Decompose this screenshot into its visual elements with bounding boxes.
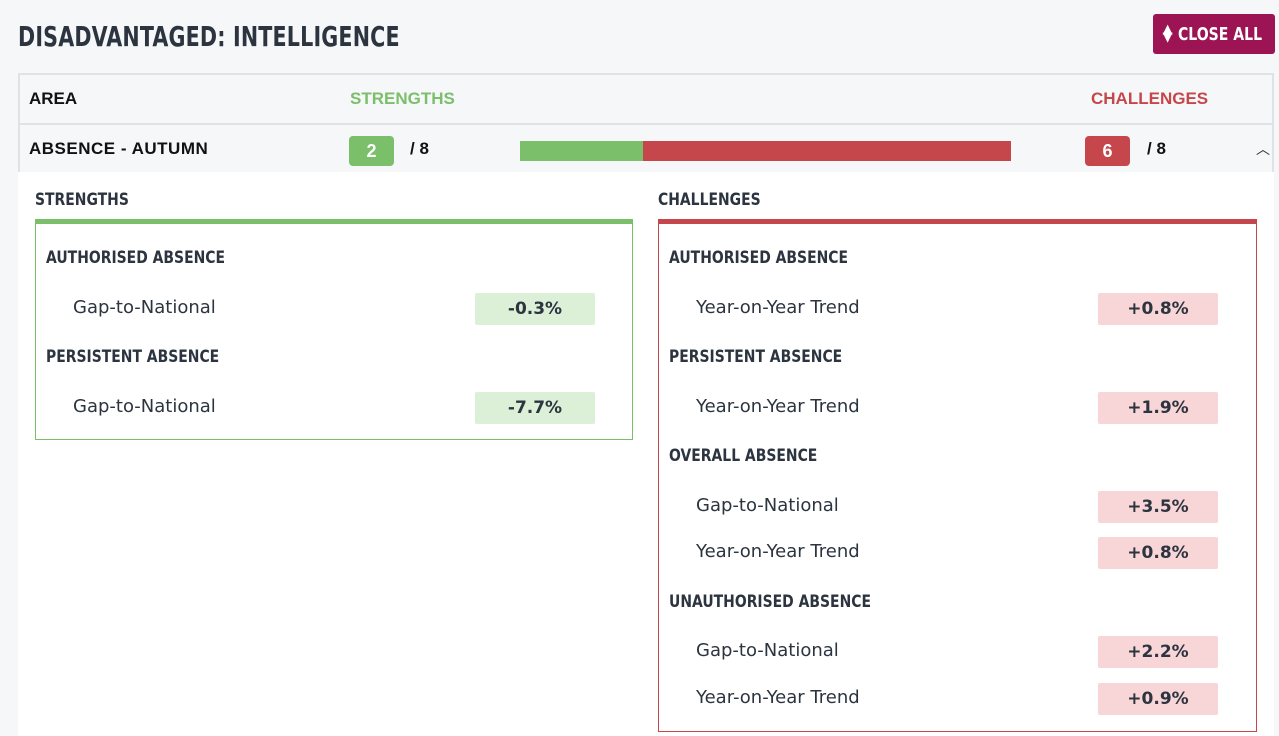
challenge-metric-value: +2.2% bbox=[1098, 636, 1218, 668]
challenge-metric-label: Year-on-Year Trend bbox=[696, 541, 860, 562]
header-challenges: CHALLENGES bbox=[1091, 89, 1209, 108]
strengths-panel: AUTHORISED ABSENCE Gap-to-National -0.3%… bbox=[35, 219, 633, 440]
sort-arrows-icon: ▲ ▼ bbox=[1162, 22, 1173, 45]
challenges-count-badge: 6 bbox=[1085, 136, 1130, 166]
challenge-metric-value: +3.5% bbox=[1098, 491, 1218, 523]
challenge-metric-label: Year-on-Year Trend bbox=[696, 297, 860, 318]
challenge-metric-label: Gap-to-National bbox=[696, 640, 839, 661]
challenge-group-title: PERSISTENT ABSENCE bbox=[669, 347, 843, 367]
area-row-absence-autumn[interactable]: ABSENCE - AUTUMN 2 / 8 6 / 8 ︿ bbox=[20, 125, 1272, 173]
strength-metric-label: Gap-to-National bbox=[73, 297, 216, 318]
challenges-bar-segment bbox=[642, 141, 1011, 161]
strength-metric-value: -0.3% bbox=[475, 293, 595, 325]
strength-group-title: AUTHORISED ABSENCE bbox=[46, 248, 226, 268]
close-all-label: CLOSE ALL bbox=[1177, 23, 1262, 45]
page-title: DISADVANTAGED: INTELLIGENCE bbox=[18, 20, 400, 53]
challenge-metric-value: +1.9% bbox=[1098, 392, 1218, 424]
area-name: ABSENCE - AUTUMN bbox=[29, 138, 209, 158]
areas-table: AREA STRENGTHS CHALLENGES ABSENCE - AUTU… bbox=[18, 73, 1274, 175]
header-strengths: STRENGTHS bbox=[350, 89, 455, 108]
strengths-total: / 8 bbox=[410, 138, 429, 158]
strengths-challenges-bar bbox=[520, 141, 1011, 161]
strengths-panel-title: STRENGTHS bbox=[35, 190, 129, 210]
strengths-count-badge: 2 bbox=[349, 136, 394, 166]
challenge-group-title: OVERALL ABSENCE bbox=[669, 446, 818, 466]
challenge-group-title: UNAUTHORISED ABSENCE bbox=[669, 592, 872, 612]
challenge-metric-value: +0.9% bbox=[1098, 683, 1218, 715]
challenges-panel-title: CHALLENGES bbox=[658, 190, 761, 210]
close-all-button[interactable]: ▲ ▼ CLOSE ALL bbox=[1153, 14, 1275, 54]
strength-metric-label: Gap-to-National bbox=[73, 396, 216, 417]
area-detail: STRENGTHS AUTHORISED ABSENCE Gap-to-Nati… bbox=[18, 172, 1274, 736]
strength-metric-value: -7.7% bbox=[475, 392, 595, 424]
chevron-up-icon[interactable]: ︿ bbox=[1256, 125, 1270, 172]
header-area: AREA bbox=[29, 89, 78, 108]
strengths-bar-segment bbox=[520, 141, 643, 161]
challenge-metric-value: +0.8% bbox=[1098, 537, 1218, 569]
challenge-metric-label: Year-on-Year Trend bbox=[696, 687, 860, 708]
challenges-total: / 8 bbox=[1147, 138, 1166, 158]
challenge-metric-label: Year-on-Year Trend bbox=[696, 396, 860, 417]
challenge-metric-value: +0.8% bbox=[1098, 293, 1218, 325]
table-header-row: AREA STRENGTHS CHALLENGES bbox=[20, 75, 1272, 125]
challenges-panel: AUTHORISED ABSENCE Year-on-Year Trend +0… bbox=[658, 219, 1257, 732]
challenge-metric-label: Gap-to-National bbox=[696, 495, 839, 516]
strength-group-title: PERSISTENT ABSENCE bbox=[46, 347, 220, 367]
challenge-group-title: AUTHORISED ABSENCE bbox=[669, 248, 849, 268]
